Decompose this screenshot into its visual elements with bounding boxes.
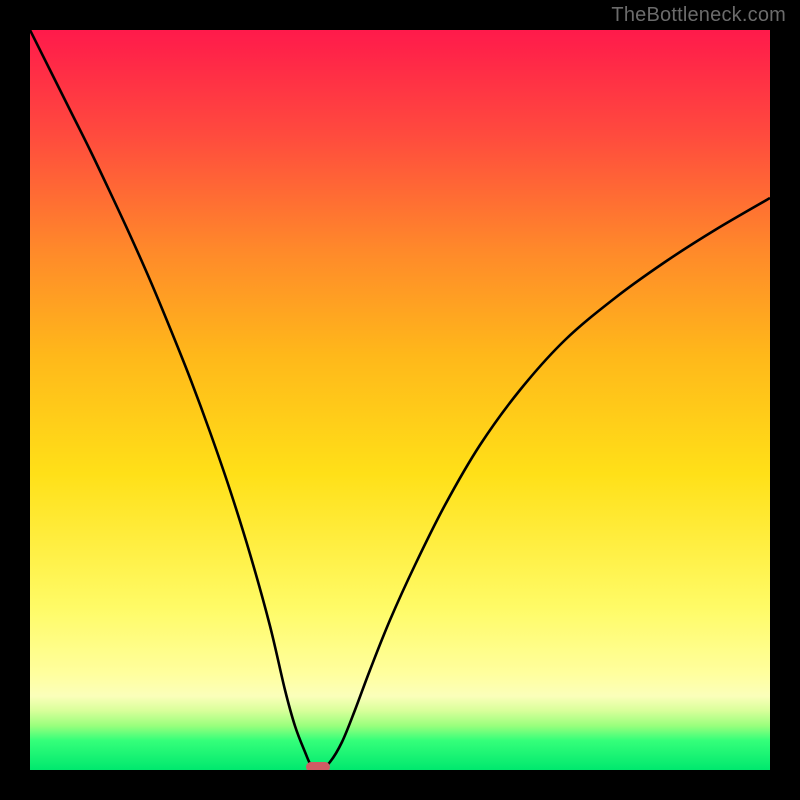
chart-frame: TheBottleneck.com xyxy=(0,0,800,800)
minimum-marker xyxy=(306,762,330,770)
bottleneck-curve xyxy=(30,30,770,770)
curve-path xyxy=(30,30,770,770)
watermark-text: TheBottleneck.com xyxy=(611,4,786,27)
